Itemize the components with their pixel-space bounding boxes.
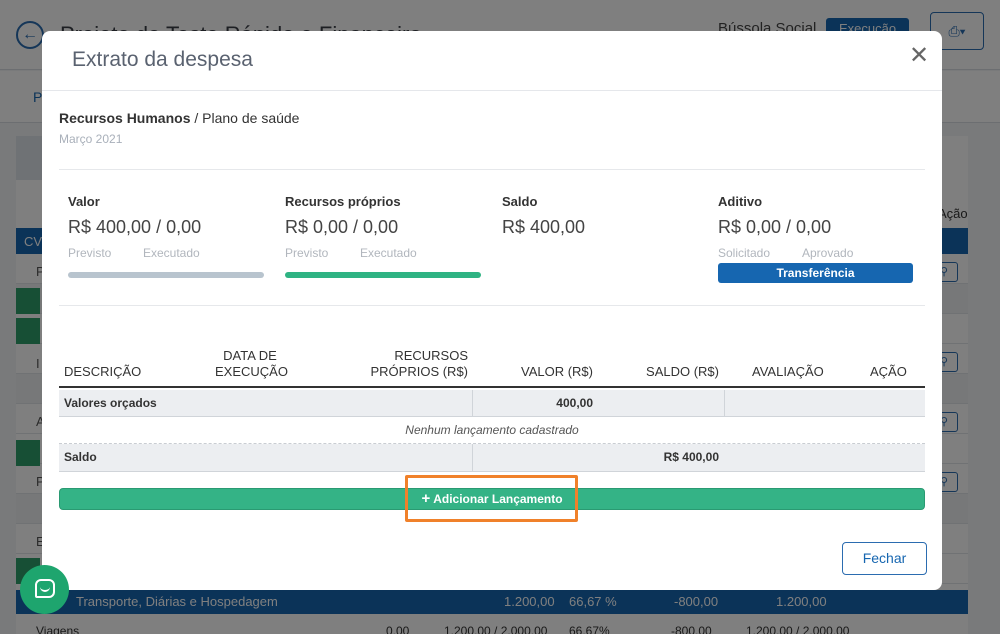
col-recursos-line2: PRÓPRIOS (R$) [370,364,468,379]
col-recursos-proprios: RECURSOS PRÓPRIOS (R$) [359,348,468,380]
col-valor: VALOR (R$) [521,364,593,379]
add-entry-button[interactable]: + Adicionar Lançamento [59,488,925,510]
table-row-saldo: Saldo R$ 400,00 [59,444,925,472]
metric-value: R$ 0,00 / 0,00 [285,217,399,237]
metric-label: Valor [68,194,100,209]
row-saldo: R$ 400,00 [663,450,719,464]
metric-sublabels: Previsto Executado [285,246,485,260]
close-button[interactable]: Fechar [842,542,927,575]
col-avaliacao: AVALIAÇÃO [752,364,824,379]
col-data-execucao: DATA DE EXECUÇÃO [215,348,288,380]
metric-sublabel: Executado [143,246,200,260]
col-data-line2: EXECUÇÃO [215,364,288,379]
table-header: DESCRIÇÃO DATA DE EXECUÇÃO RECURSOS PRÓP… [59,347,925,388]
metric-label: Aditivo [718,194,763,209]
metric-value: R$ 0,00 / 0,00 [718,217,832,237]
divider [59,305,925,306]
close-icon[interactable]: ✕ [909,41,929,70]
empty-message: Nenhum lançamento cadastrado [405,423,579,437]
cell-divider [472,390,473,416]
cell-divider [472,444,473,471]
col-recursos-line1: RECURSOS [394,348,468,363]
metric-sublabel: Previsto [68,246,112,260]
metric-aditivo: Aditivo R$ 0,00 / 0,00 Solicitado Aprovad… [718,194,918,283]
period-label: Março 2021 [59,132,123,146]
table-row-empty: Nenhum lançamento cadastrado [59,417,925,444]
col-data-line1: DATA DE [223,348,277,363]
metric-valor: Valor R$ 400,00 / 0,00 Previsto Executado [68,194,268,278]
add-entry-label: Adicionar Lançamento [433,492,563,506]
table-row-valores-orcados: Valores orçados 400,00 [59,390,925,417]
metric-sublabel: Aprovado [802,246,854,260]
modal-header: Extrato da despesa ✕ [42,31,942,91]
transfer-button[interactable]: Transferência [718,263,913,283]
metric-label: Saldo [502,194,538,209]
col-saldo: SALDO (R$) [646,364,719,379]
plus-icon: + [421,490,431,507]
metric-sublabels: Solicitado Aprovado [718,246,918,260]
row-label: Valores orçados [64,396,157,410]
metric-value: R$ 400,00 [502,217,586,237]
breadcrumb: Recursos Humanos / Plano de saúde [59,110,299,126]
chat-launcher-button[interactable] [20,565,69,614]
row-label: Saldo [64,450,97,464]
breadcrumb-category: Recursos Humanos [59,110,191,126]
metric-sublabel: Executado [360,246,417,260]
metric-saldo: Saldo R$ 400,00 [502,194,702,238]
col-descricao: DESCRIÇÃO [64,364,142,379]
metric-label: Recursos próprios [285,194,401,209]
cell-divider [724,390,725,416]
divider [59,169,925,170]
modal-title: Extrato da despesa [72,48,253,71]
metric-value: R$ 400,00 / 0,00 [68,217,202,237]
metric-sublabels: Previsto Executado [68,246,268,260]
row-valor: 400,00 [556,396,593,410]
breadcrumb-item: Plano de saúde [202,110,300,126]
metric-sublabel: Previsto [285,246,329,260]
metric-recursos-proprios: Recursos próprios R$ 0,00 / 0,00 Previst… [285,194,485,278]
breadcrumb-separator: / [190,110,203,126]
progress-bar [68,272,264,278]
progress-bar [285,272,481,278]
col-acao: AÇÃO [870,364,907,379]
metric-sublabel: Solicitado [718,246,771,260]
expense-statement-modal: Extrato da despesa ✕ Recursos Humanos / … [42,31,942,590]
